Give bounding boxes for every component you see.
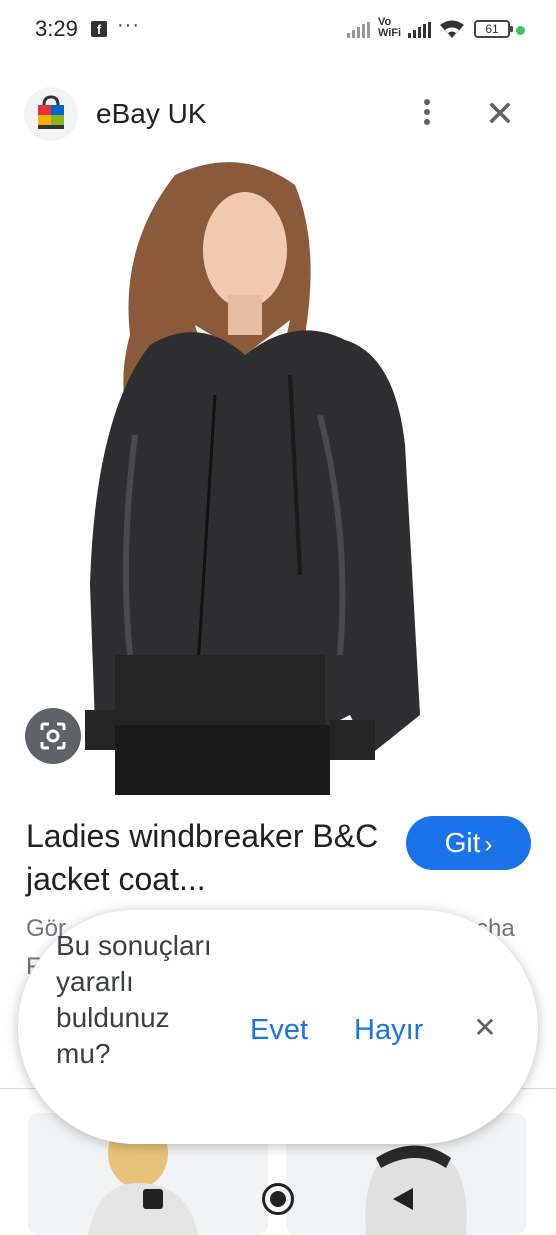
close-icon[interactable]: ✕ <box>482 94 518 134</box>
close-icon[interactable]: ✕ <box>470 1010 500 1046</box>
site-name[interactable]: eBay UK <box>96 98 207 130</box>
feedback-yes-button[interactable]: Evet <box>250 1014 308 1047</box>
system-nav-bar <box>0 1163 556 1235</box>
more-notifications-icon: ··· <box>117 14 140 36</box>
status-bar: 3:29 f ··· Vo WiFi 61 <box>0 0 556 62</box>
battery-level: 61 <box>485 22 499 36</box>
battery-icon: 61 <box>474 20 513 38</box>
feedback-popup: Bu sonuçları yararlı buldunuz mu? Evet H… <box>18 910 538 1144</box>
lens-search-icon[interactable] <box>25 708 81 764</box>
signal-icon-2 <box>408 22 431 38</box>
status-time: 3:29 <box>35 16 78 41</box>
go-button[interactable]: Git › <box>406 816 531 870</box>
kebab-menu-icon[interactable] <box>412 96 442 132</box>
go-button-label: Git <box>444 827 481 858</box>
feedback-no-button[interactable]: Hayır <box>354 1014 423 1047</box>
signal-icon <box>347 22 370 38</box>
feedback-question: Bu sonuçları yararlı buldunuz mu? <box>56 930 212 1069</box>
facebook-icon: f <box>91 21 107 37</box>
back-icon[interactable] <box>393 1188 413 1210</box>
wifi-icon <box>440 20 464 38</box>
home-icon[interactable] <box>262 1183 294 1215</box>
vowifi-label: Vo WiFi <box>378 17 401 39</box>
product-title[interactable]: Ladies windbreaker B&C jacket coat... <box>26 815 386 901</box>
chevron-right-icon: › <box>484 831 493 858</box>
vowifi-label-bottom: WiFi <box>378 27 402 39</box>
site-header: eBay UK ✕ <box>0 80 556 150</box>
privacy-indicator-dot <box>516 26 525 35</box>
product-image[interactable] <box>0 155 556 795</box>
shopping-bag-icon[interactable] <box>24 87 78 141</box>
recents-icon[interactable] <box>143 1189 163 1209</box>
